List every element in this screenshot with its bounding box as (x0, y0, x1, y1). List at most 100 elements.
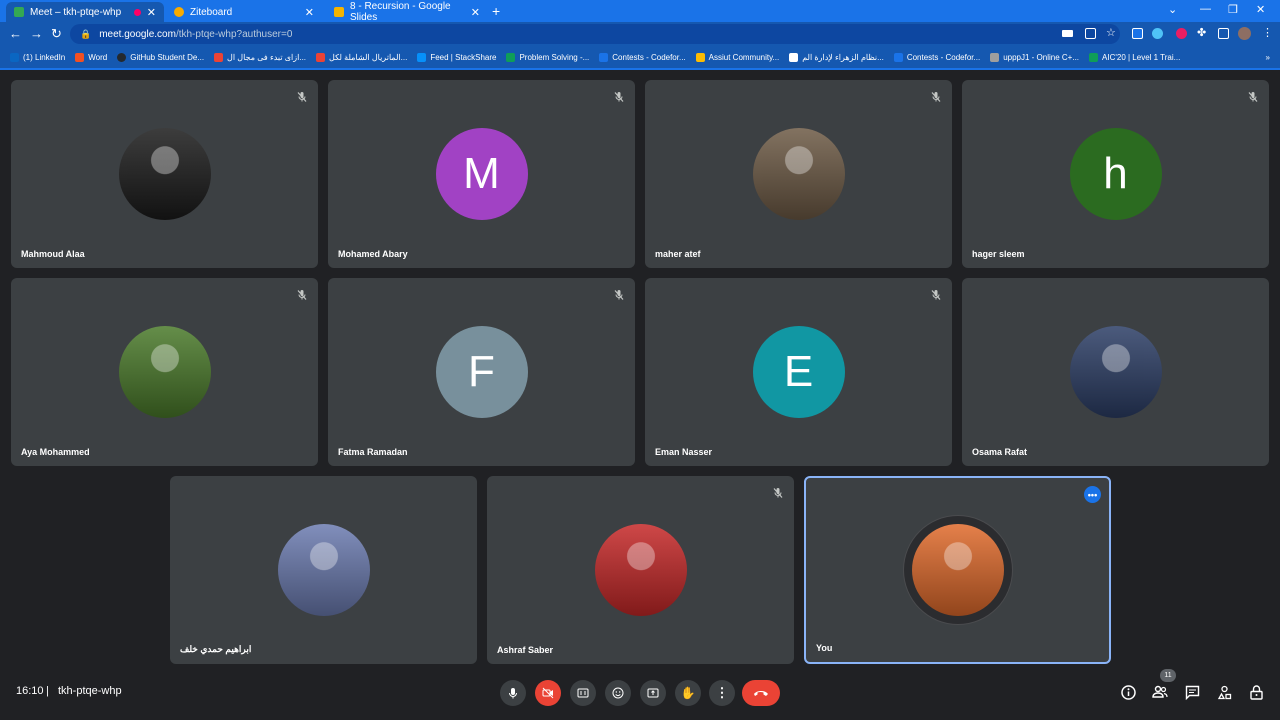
tab-meet[interactable]: Meet – tkh-ptqe-whp ✕ (6, 2, 164, 22)
bookmark-codeforces-1[interactable]: Contests - Codefor... (599, 52, 686, 62)
bookmark-aic20[interactable]: AIC'20 | Level 1 Trai... (1089, 52, 1181, 62)
bookmark-gmail-2[interactable]: الماتريال الشاملة لكل... (316, 52, 408, 62)
bookmark-label: الماتريال الشاملة لكل... (329, 52, 408, 62)
bookmark-word[interactable]: Word (75, 52, 107, 62)
meeting-info-separator: | (46, 685, 49, 697)
tab-slides[interactable]: 8 - Recursion - Google Slides ✕ (326, 1, 488, 23)
minimize-icon[interactable]: — (1200, 3, 1211, 15)
microsoft-icon (75, 52, 85, 62)
participant-tile[interactable]: E Eman Nasser (645, 278, 952, 466)
camera-in-use-icon[interactable] (1062, 30, 1073, 37)
codeforces-icon (893, 52, 903, 62)
info-icon (1120, 684, 1136, 700)
participant-name: Aya Mohammed (21, 447, 90, 457)
participant-avatar (752, 128, 845, 220)
ziteboard-extension-icon[interactable] (1132, 28, 1143, 39)
participant-avatar: M (435, 128, 528, 220)
raise-hand-button[interactable]: ✋ (675, 680, 701, 706)
participant-tile[interactable]: Ashraf Saber (487, 476, 794, 664)
profile-avatar[interactable] (1238, 27, 1251, 40)
emoji-button[interactable] (605, 680, 631, 706)
participant-tile[interactable]: Aya Mohammed (11, 278, 318, 466)
more-bookmarks-icon[interactable]: » (1266, 53, 1270, 62)
bookmark-label: AIC'20 | Level 1 Trai... (1102, 52, 1181, 62)
close-tab-icon[interactable]: ✕ (471, 6, 480, 19)
chat-button[interactable] (1184, 684, 1200, 700)
present-button[interactable] (640, 680, 666, 706)
restore-icon[interactable]: ❐ (1228, 3, 1238, 16)
address-bar[interactable]: 🔒 meet.google.com/tkh-ptqe-whp?authuser=… (70, 24, 1120, 44)
back-icon[interactable]: ← (9, 26, 22, 41)
slides-favicon-icon (334, 7, 344, 17)
captions-button[interactable] (570, 680, 596, 706)
participant-name: ابراهيم حمدي خلف (180, 644, 252, 654)
participant-tile[interactable]: M Mohamed Abary (328, 80, 635, 268)
tab-search-icon[interactable]: ⌄ (1168, 3, 1177, 16)
captions-icon (577, 688, 589, 698)
extension-icon[interactable] (1152, 28, 1163, 39)
more-options-button[interactable]: ⋮ (709, 680, 735, 706)
people-icon (1152, 685, 1168, 698)
forward-icon[interactable]: → (30, 26, 43, 41)
bookmark-label: (1) LinkedIn (23, 52, 66, 62)
mic-muted-icon (772, 486, 784, 498)
participant-tile[interactable]: Mahmoud Alaa (11, 80, 318, 268)
puzzle-extensions-icon[interactable]: ✤ (1197, 26, 1208, 39)
participant-name: Fatma Ramadan (338, 447, 408, 457)
drive-icon (695, 52, 705, 62)
bookmark-gmail-1[interactable]: ازاى تبدء فى مجال ال... (214, 52, 307, 62)
close-tab-icon[interactable]: ✕ (305, 6, 314, 19)
new-tab-button[interactable]: + (492, 3, 500, 19)
bookmark-label: ازاى تبدء فى مجال ال... (227, 52, 307, 62)
bookmark-stackshare[interactable]: Feed | StackShare (417, 52, 496, 62)
close-tab-icon[interactable]: ✕ (147, 6, 156, 19)
people-button[interactable] (1152, 684, 1168, 700)
bookmark-label: GitHub Student De... (130, 52, 205, 62)
bookmark-assiut[interactable]: Assiut Community... (695, 52, 780, 62)
participant-tile[interactable]: h hager sleem (962, 80, 1269, 268)
activities-button[interactable] (1216, 684, 1232, 700)
bookmark-linkedin[interactable]: (1) LinkedIn (10, 52, 66, 62)
bookmark-zahraa[interactable]: نظام الزهراء لإدارة الم... (789, 52, 884, 62)
participant-avatar (277, 524, 370, 616)
bookmark-label: Assiut Community... (708, 52, 780, 62)
reload-icon[interactable]: ↻ (51, 26, 62, 42)
meeting-code: tkh-ptqe-whp (58, 685, 122, 697)
share-icon[interactable] (1085, 28, 1096, 39)
meeting-control-bar: 16:10 | tkh-ptqe-whp ✋ ⋮ 11 (0, 669, 1280, 720)
camera-button[interactable] (535, 680, 561, 706)
participant-tile[interactable]: maher atef (645, 80, 952, 268)
leave-call-button[interactable] (742, 680, 780, 706)
tab-title: 8 - Recursion - Google Slides (350, 1, 451, 23)
bookmark-problem-solving[interactable]: Problem Solving -... (506, 52, 589, 62)
close-window-icon[interactable]: ✕ (1256, 3, 1265, 16)
mic-muted-icon (930, 288, 942, 300)
host-controls-button[interactable] (1248, 684, 1264, 700)
participant-tile[interactable]: F Fatma Ramadan (328, 278, 635, 466)
stackshare-icon (417, 52, 427, 62)
participant-avatar (1069, 326, 1162, 418)
tab-ziteboard[interactable]: Ziteboard ✕ (166, 2, 322, 22)
host-controls-icon (1249, 684, 1263, 700)
more-options-icon: ⋮ (715, 685, 729, 700)
extension-icon[interactable] (1176, 28, 1187, 39)
participant-tile[interactable]: You ••• (804, 476, 1111, 664)
participant-tile[interactable]: Osama Rafat (962, 278, 1269, 466)
bookmark-github[interactable]: GitHub Student De... (117, 52, 205, 62)
bookmark-codeforces-2[interactable]: Contests - Codefor... (893, 52, 980, 62)
mic-muted-icon (930, 90, 942, 102)
meeting-time: 16:10 (16, 685, 44, 697)
meeting-details-button[interactable] (1120, 684, 1136, 700)
tile-options-button[interactable]: ••• (1084, 486, 1101, 503)
sheets-icon (1089, 52, 1099, 62)
menu-kebab-icon[interactable]: ⋮ (1262, 26, 1273, 39)
present-icon (647, 688, 659, 698)
participant-tile[interactable]: ابراهيم حمدي خلف (170, 476, 477, 664)
side-panel-icon[interactable] (1218, 28, 1229, 39)
tab-title: Meet – tkh-ptqe-whp (30, 6, 122, 18)
participant-name: You (816, 643, 833, 653)
bookmark-online-cpp[interactable]: upppJ1 - Online C+... (990, 52, 1079, 62)
mic-button[interactable] (500, 680, 526, 706)
bookmark-star-icon[interactable]: ☆ (1106, 26, 1117, 39)
tab-strip: Meet – tkh-ptqe-whp ✕ Ziteboard ✕ 8 - Re… (0, 0, 1280, 23)
